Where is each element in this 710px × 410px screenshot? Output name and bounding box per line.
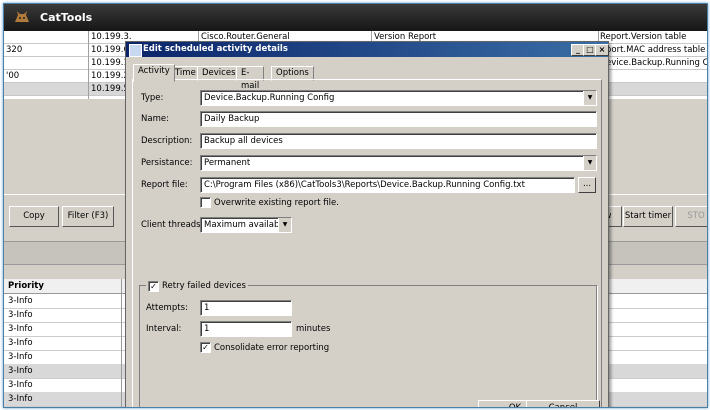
report-file-value: C:\Program Files (x86)\CatTools3\Reports…	[204, 180, 525, 190]
start-timer-button[interactable]: Start timer	[623, 206, 673, 227]
type-label: Type:	[141, 93, 164, 103]
grid-cell: Report.Version table	[600, 32, 687, 42]
retry-groupbox: ✓ Retry failed devices Attempts: 1 Inter…	[139, 280, 597, 407]
description-label: Description:	[141, 136, 193, 146]
stop-button[interactable]: STO	[675, 206, 707, 227]
persistance-dropdown[interactable]: Permanent ▼	[200, 155, 597, 171]
copy-button[interactable]: Copy	[9, 206, 59, 227]
interval-unit: minutes	[296, 324, 331, 334]
report-file-label: Report file:	[141, 180, 188, 190]
priority-column-header[interactable]: Priority	[8, 281, 44, 291]
persistance-value: Permanent	[204, 158, 251, 168]
retry-checkbox[interactable]: ✓	[148, 281, 159, 292]
description-input[interactable]: Backup all devices	[200, 133, 597, 149]
attempts-label: Attempts:	[146, 303, 188, 313]
consolidate-checkbox[interactable]: ✓	[200, 342, 211, 353]
log-priority: 3-Info	[8, 296, 33, 306]
cancel-button[interactable]: Cancel	[526, 400, 600, 407]
grid-cell	[6, 31, 76, 43]
log-priority: 3-Info	[8, 380, 33, 390]
dropdown-arrow-icon[interactable]: ▼	[278, 218, 291, 232]
grid-cell: evice.Backup.Running Config	[606, 58, 707, 68]
app-title: CatTools	[40, 11, 93, 24]
description-value: Backup all devices	[204, 136, 283, 146]
app-titlebar: CatTools	[4, 4, 707, 31]
log-priority: 3-Info	[8, 310, 33, 320]
tab-activity[interactable]: Activity	[133, 64, 175, 82]
type-value: Device.Backup.Running Config	[204, 93, 335, 103]
browse-button[interactable]: ...	[578, 177, 596, 193]
interval-input[interactable]: 1	[200, 321, 292, 337]
grid-cell: '00	[6, 71, 20, 81]
grid-cell: port.MAC address table	[606, 45, 706, 55]
interval-label: Interval:	[146, 324, 182, 334]
attempts-value: 1	[204, 303, 210, 313]
client-threads-label: Client threads:	[141, 220, 204, 230]
app-window: CatTools 10.199.3.5 Cisco.Router.General…	[3, 3, 708, 408]
consolidate-label: Consolidate error reporting	[214, 343, 330, 353]
overwrite-checkbox[interactable]	[200, 197, 211, 208]
name-input[interactable]: Daily Backup	[200, 111, 597, 127]
interval-value: 1	[204, 324, 210, 334]
dialog-window-icon	[129, 44, 142, 57]
log-priority: 3-Info	[8, 324, 33, 334]
dialog-title: Edit scheduled activity details	[143, 44, 288, 54]
persistance-label: Persistance:	[141, 158, 193, 168]
overwrite-label: Overwrite existing report file.	[214, 198, 339, 208]
log-priority: 3-Info	[8, 366, 33, 376]
report-file-input[interactable]: C:\Program Files (x86)\CatTools3\Reports…	[200, 177, 575, 193]
close-icon[interactable]: ×	[595, 44, 609, 56]
name-label: Name:	[141, 114, 169, 124]
grid-divider	[88, 31, 89, 99]
client-threads-dropdown[interactable]: Maximum available ▼	[200, 217, 292, 233]
retry-legend: ✓ Retry failed devices	[146, 280, 248, 292]
filter-button[interactable]: Filter (F3)	[62, 206, 114, 227]
grid-cell: 320	[6, 45, 23, 55]
log-priority: 3-Info	[8, 394, 33, 404]
log-priority: 3-Info	[8, 338, 33, 348]
client-threads-value: Maximum available	[204, 220, 287, 230]
cat-logo-icon	[15, 11, 29, 22]
activity-panel: Type: Device.Backup.Running Config ▼ Nam…	[132, 79, 602, 407]
log-column-divider	[121, 279, 122, 407]
dropdown-arrow-icon[interactable]: ▼	[583, 156, 596, 170]
log-priority: 3-Info	[8, 352, 33, 362]
type-dropdown[interactable]: Device.Backup.Running Config ▼	[200, 90, 597, 106]
edit-activity-dialog: Edit scheduled activity details _ □ × Ac…	[125, 41, 609, 407]
attempts-input[interactable]: 1	[200, 300, 292, 316]
dialog-titlebar[interactable]: Edit scheduled activity details _ □ ×	[126, 42, 609, 57]
dropdown-arrow-icon[interactable]: ▼	[583, 91, 596, 105]
retry-label: Retry failed devices	[162, 281, 246, 291]
name-value: Daily Backup	[204, 114, 260, 124]
